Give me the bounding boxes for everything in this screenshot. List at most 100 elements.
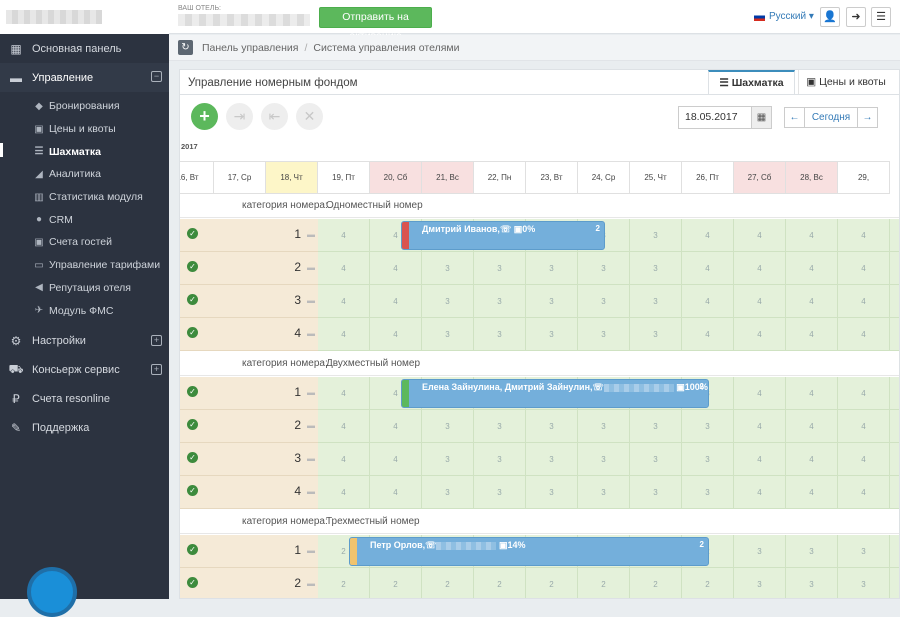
booking-bar[interactable]: Дмитрий Иванов,☏ ▣0% 2	[401, 221, 605, 250]
availability-cell[interactable]: 4	[890, 252, 899, 285]
availability-cell[interactable]: 2	[318, 568, 370, 598]
availability-cell[interactable]: 3	[422, 410, 474, 443]
sidebar-item-bookings[interactable]: ◆ Бронирования	[0, 95, 169, 118]
availability-cell[interactable]: 4	[682, 252, 734, 285]
today-button[interactable]: Сегодня	[804, 107, 858, 128]
sidebar-item-settings[interactable]: ⚙ Настройки +	[0, 327, 169, 356]
availability-cell[interactable]: 3	[578, 410, 630, 443]
availability-cell[interactable]: 2	[370, 568, 422, 598]
availability-cell[interactable]: 4	[370, 252, 422, 285]
logout-button[interactable]: ➜	[846, 7, 866, 27]
availability-cell[interactable]: 3	[578, 285, 630, 318]
availability-cell[interactable]: 4	[370, 285, 422, 318]
availability-cell[interactable]: 3	[474, 285, 526, 318]
sidebar-item-dashboard[interactable]: ▦ Основная панель	[0, 34, 169, 63]
sidebar-item-tariffs[interactable]: ▭ Управление тарифами	[0, 254, 169, 277]
availability-cell[interactable]: 3	[578, 476, 630, 509]
check-out-button[interactable]: ⇤	[261, 103, 288, 130]
availability-cell[interactable]: 4	[786, 377, 838, 410]
availability-cell[interactable]: 4	[786, 219, 838, 252]
room-label[interactable]: ✓ 3 ▬	[180, 443, 319, 476]
tab-prices-quotas[interactable]: ▣ Цены и квоты	[798, 70, 893, 94]
availability-cell[interactable]: 3	[630, 410, 682, 443]
availability-cell[interactable]: 3	[526, 318, 578, 351]
add-booking-button[interactable]: +	[191, 103, 218, 130]
availability-cell[interactable]: 2	[422, 568, 474, 598]
calendar-icon[interactable]: ▦	[751, 107, 771, 128]
availability-cell[interactable]: 3	[526, 410, 578, 443]
availability-cell[interactable]: 2	[630, 568, 682, 598]
availability-cell[interactable]: 3	[682, 443, 734, 476]
availability-cell[interactable]: 4	[734, 443, 786, 476]
availability-cell[interactable]: 4	[890, 410, 899, 443]
sidebar-item-prices[interactable]: ▣ Цены и квоты	[0, 118, 169, 141]
check-in-button[interactable]: ⇥	[226, 103, 253, 130]
sidebar-item-concierge[interactable]: ⛟ Консьерж сервис +	[0, 356, 169, 385]
availability-cell[interactable]: 4	[370, 476, 422, 509]
availability-cell[interactable]: 4	[370, 318, 422, 351]
tab-chessboard[interactable]: ☰ Шахматка	[708, 70, 795, 95]
availability-cell[interactable]: 4	[890, 377, 899, 410]
availability-cell[interactable]: 3	[422, 252, 474, 285]
date-input[interactable]: 18.05.2017 ▦	[678, 106, 772, 129]
availability-cell[interactable]: 4	[786, 318, 838, 351]
availability-cell[interactable]: 4	[318, 476, 370, 509]
availability-cell[interactable]: 3	[526, 443, 578, 476]
availability-cell[interactable]: 3	[474, 443, 526, 476]
availability-cell[interactable]: 3	[422, 443, 474, 476]
availability-cell[interactable]: 3	[630, 443, 682, 476]
prev-button[interactable]: ←	[784, 107, 805, 128]
availability-cell[interactable]: 3	[630, 252, 682, 285]
availability-cell[interactable]: 3	[578, 443, 630, 476]
availability-cell[interactable]: 3	[630, 476, 682, 509]
breadcrumb-home[interactable]: Панель управления	[202, 42, 298, 54]
availability-cell[interactable]: 3	[630, 318, 682, 351]
room-label[interactable]: ✓ 2 ▬	[180, 252, 319, 285]
room-label[interactable]: ✓ 2 ▬	[180, 410, 319, 443]
availability-cell[interactable]: 4	[786, 476, 838, 509]
availability-cell[interactable]: 4	[890, 318, 899, 351]
next-button[interactable]: →	[857, 107, 878, 128]
availability-cell[interactable]: 3	[474, 410, 526, 443]
sidebar-item-guest-invoices[interactable]: ▣ Счета гостей	[0, 231, 169, 254]
availability-cell[interactable]: 4	[786, 410, 838, 443]
sidebar-item-chessboard[interactable]: ☰ Шахматка	[0, 140, 169, 163]
refresh-icon[interactable]: ↻	[178, 40, 193, 55]
availability-cell[interactable]: 2	[526, 568, 578, 598]
logo[interactable]	[0, 0, 169, 34]
sidebar-item-resonline-invoices[interactable]: ₽ Счета resonline	[0, 385, 169, 414]
availability-cell[interactable]: 4	[786, 285, 838, 318]
sidebar-item-fms[interactable]: ✈ Модуль ФМС	[0, 299, 169, 322]
sidebar-item-module-stats[interactable]: ▥ Статистика модуля	[0, 186, 169, 209]
sidebar-item-support[interactable]: ✎ Поддержка	[0, 414, 169, 443]
expand-icon[interactable]: +	[151, 334, 162, 346]
availability-cell[interactable]: 3	[422, 285, 474, 318]
availability-cell[interactable]: 3	[890, 568, 899, 598]
availability-cell[interactable]: 4	[890, 219, 899, 252]
availability-cell[interactable]: 3	[474, 318, 526, 351]
activate-button[interactable]: Отправить на активацию	[319, 7, 432, 42]
menu-button[interactable]: ☰	[871, 7, 891, 27]
availability-cell[interactable]: 4	[890, 285, 899, 318]
availability-cell[interactable]: 4	[734, 318, 786, 351]
availability-cell[interactable]: 4	[370, 443, 422, 476]
availability-cell[interactable]: 3	[786, 568, 838, 598]
availability-cell[interactable]: 3	[578, 252, 630, 285]
availability-cell[interactable]: 4	[838, 443, 890, 476]
availability-cell[interactable]: 4	[734, 476, 786, 509]
sidebar-item-crm[interactable]: ● CRM	[0, 208, 169, 231]
language-select[interactable]: Русский ▾	[754, 11, 814, 22]
delete-button[interactable]: ✕	[296, 103, 323, 130]
availability-cell[interactable]: 4	[318, 252, 370, 285]
booking-bar[interactable]: Елена Зайнулина, Дмитрий Зайнулин,☏ ▣100…	[401, 379, 709, 408]
room-label[interactable]: ✓ 3 ▬	[180, 285, 319, 318]
availability-cell[interactable]: 4	[318, 443, 370, 476]
availability-cell[interactable]: 3	[578, 318, 630, 351]
sidebar-item-reputation[interactable]: ◀ Репутация отеля	[0, 277, 169, 300]
availability-cell[interactable]: 3	[786, 535, 838, 568]
availability-cell[interactable]: 4	[318, 410, 370, 443]
user-button[interactable]: 👤	[820, 7, 840, 27]
sidebar-item-management[interactable]: ▬ Управление −	[0, 63, 169, 92]
availability-cell[interactable]: 4	[318, 285, 370, 318]
availability-cell[interactable]: 4	[838, 318, 890, 351]
